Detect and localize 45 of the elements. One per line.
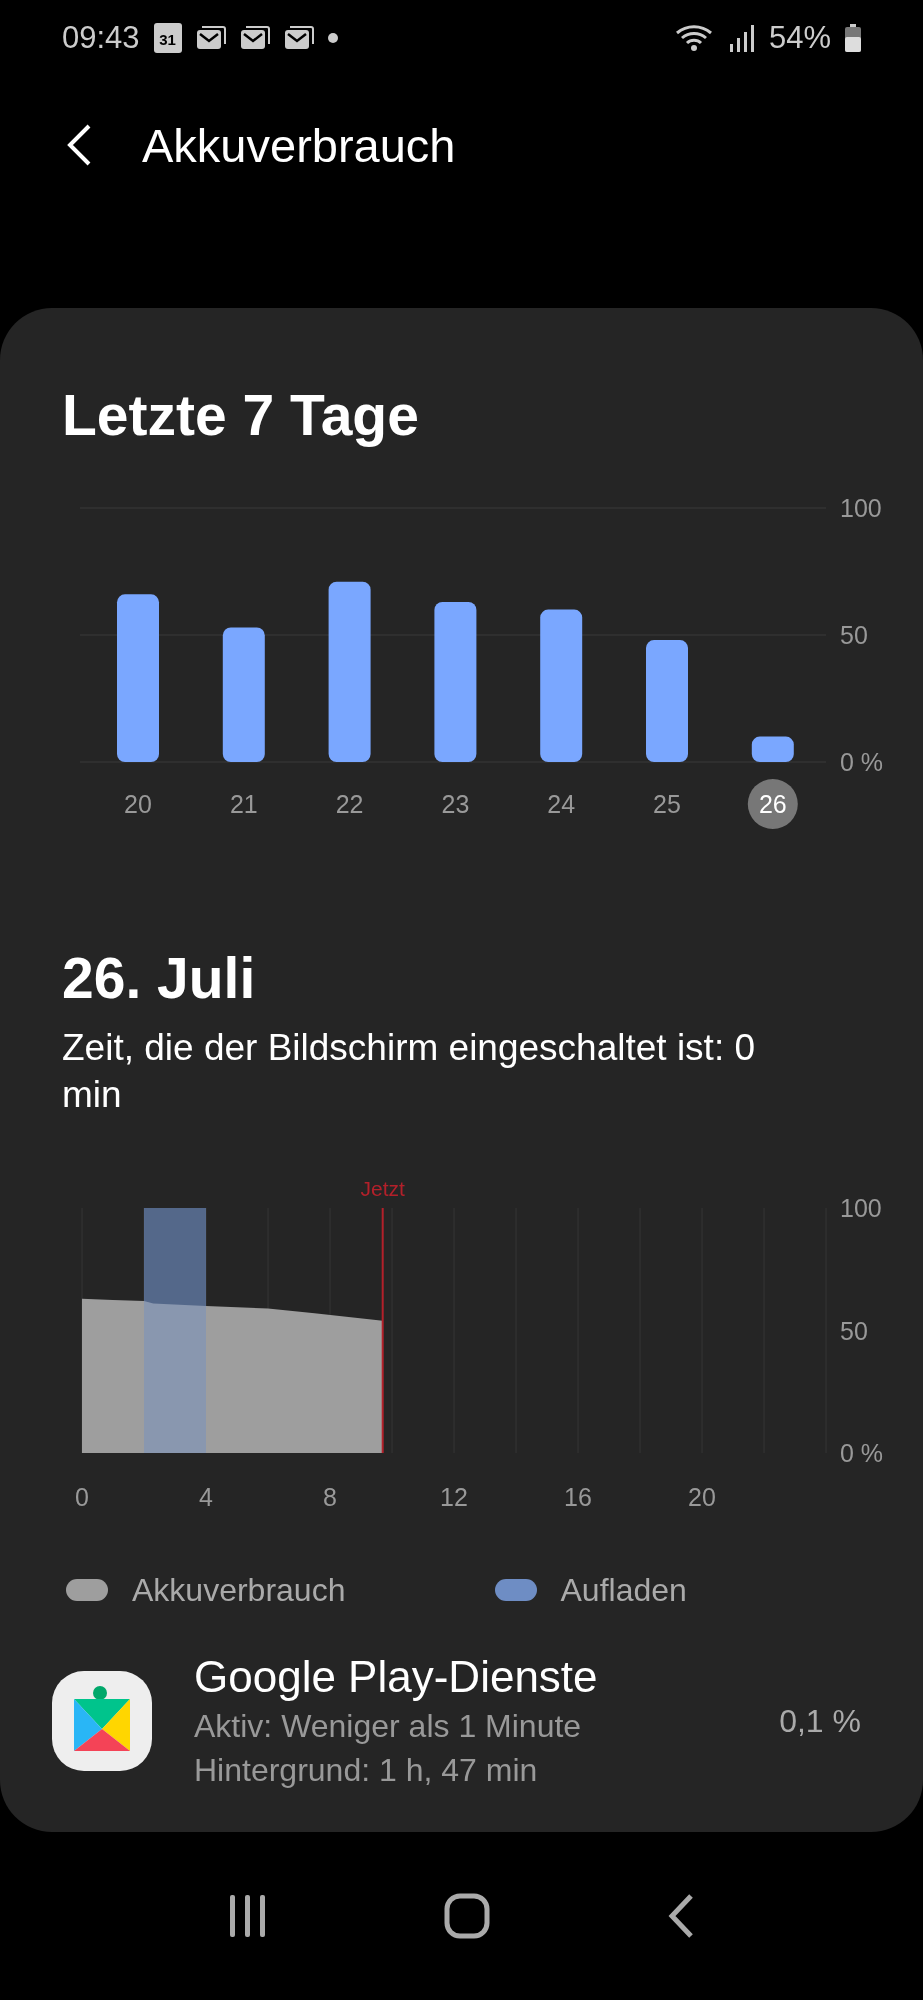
day-label[interactable]: 25 [653, 790, 681, 818]
usage-share: 0,1 % [779, 1702, 861, 1740]
home-icon[interactable] [444, 1893, 491, 1939]
background-time: Hintergrund: 1 h, 47 min [194, 1751, 539, 1790]
hour-label: 4 [199, 1483, 213, 1511]
section-title: 26. Juli [62, 947, 257, 1009]
day-label[interactable]: 23 [441, 790, 470, 818]
mail-icon [239, 24, 270, 51]
axis-label: 100 [840, 494, 882, 522]
app-name: Google Play-Dienste [194, 1651, 599, 1703]
battery-percent: 54% [768, 19, 831, 56]
day-label[interactable]: 20 [124, 790, 152, 818]
day-label[interactable]: 21 [229, 790, 258, 818]
legend-label: Aufladen [560, 1571, 687, 1609]
hour-label: 8 [323, 1483, 337, 1511]
legend-label: Akkuverbrauch [132, 1571, 346, 1609]
selected-day-marker [747, 779, 798, 829]
bar [751, 736, 794, 762]
now-label: Jetzt [360, 1177, 405, 1200]
clock: 09:43 [62, 19, 140, 56]
section-title: Letzte 7 Tage [62, 384, 420, 446]
day-label[interactable]: 24 [547, 790, 576, 818]
hour-label: 0 [75, 1483, 89, 1511]
page-title: Akkuverbrauch [142, 117, 456, 173]
dot-icon [327, 32, 338, 43]
active-time: Aktiv: Weniger als 1 Minute [194, 1707, 583, 1746]
axis-label: 100 [840, 1194, 882, 1222]
battery-icon [845, 23, 861, 52]
hour-label: 16 [564, 1483, 592, 1511]
mail-icon [195, 24, 226, 51]
mail-icon [283, 24, 314, 51]
signal-icon [728, 23, 755, 52]
day-label[interactable]: 26 [758, 790, 787, 818]
calendar-icon: 31 [153, 22, 182, 53]
axis-label: 0 % [840, 1439, 884, 1467]
axis-label: 50 [840, 1316, 868, 1345]
axis-label: 0 % [840, 748, 884, 776]
back-icon[interactable] [66, 123, 92, 167]
hour-label: 12 [440, 1483, 468, 1511]
back-icon[interactable] [666, 1893, 695, 1939]
axis-label: 50 [840, 621, 868, 649]
app-icon[interactable] [52, 1671, 152, 1771]
screen-time-text: Zeit, die der Bildschirm eingeschaltet ist: 0 min [62, 1026, 757, 1117]
day-label[interactable]: 22 [335, 790, 364, 818]
hour-label: 20 [688, 1483, 716, 1511]
